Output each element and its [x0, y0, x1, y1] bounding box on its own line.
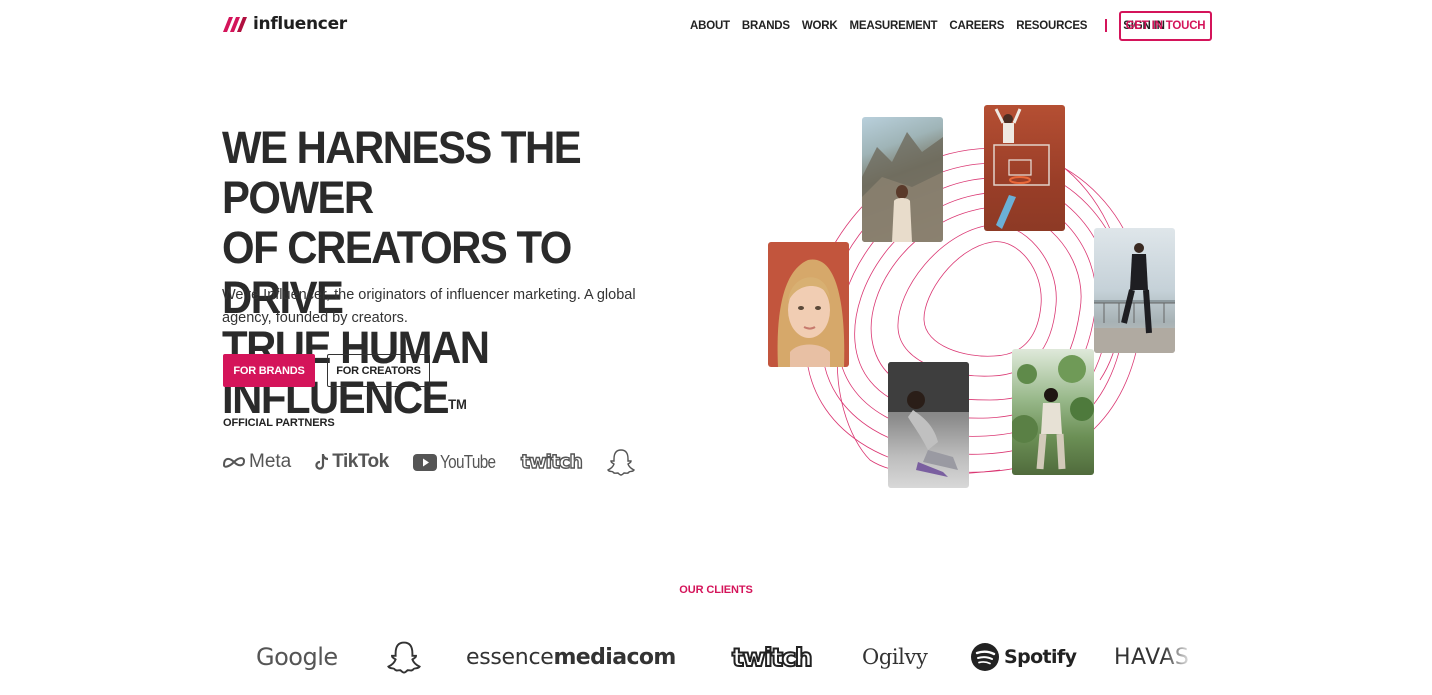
- tiktok-label: TikTok: [332, 451, 389, 472]
- spotify-icon: [971, 643, 999, 671]
- trademark: TM: [448, 396, 467, 412]
- clients-logos: Google essence mediacom twitch Ogilvy Spo…: [256, 640, 1204, 674]
- nav-careers[interactable]: CAREERS: [949, 20, 1004, 32]
- client-google: Google: [256, 643, 386, 671]
- nav-about[interactable]: ABOUT: [690, 20, 730, 32]
- tiktok-logo[interactable]: TikTok: [315, 451, 389, 473]
- clients-title: OUR CLIENTS: [679, 584, 753, 596]
- client-havas: HAVAS: [1114, 645, 1204, 670]
- spotify-label: Spotify: [1004, 646, 1077, 668]
- youtube-label: YouTube: [439, 451, 496, 472]
- basketball-scene: [993, 108, 1050, 229]
- havas-label: HAVAS: [1114, 644, 1190, 670]
- for-creators-button[interactable]: FOR CREATORS: [327, 354, 430, 387]
- meta-label: Meta: [249, 451, 292, 472]
- client-ogilvy: Ogilvy: [862, 645, 970, 669]
- sitting-scene: [888, 362, 969, 477]
- youtube-play-icon: [412, 453, 437, 471]
- essence-label: essence: [466, 644, 554, 670]
- snapchat-ghost-icon: [387, 641, 421, 674]
- nav-resources[interactable]: RESOURCES: [1016, 20, 1087, 32]
- photo-pier-creator: [1094, 228, 1175, 353]
- nav-brands[interactable]: BRANDS: [742, 20, 790, 32]
- twitch-label: twitch: [520, 450, 583, 473]
- partners-logos: Meta TikTok YouTube twitch: [222, 447, 660, 477]
- get-in-touch-button[interactable]: GET IN TOUCH: [1119, 11, 1212, 41]
- twitch-logo[interactable]: twitch: [520, 450, 583, 473]
- nav-measurement[interactable]: MEASUREMENT: [850, 20, 938, 32]
- for-brands-button[interactable]: FOR BRANDS: [223, 354, 315, 387]
- garden-scene: [1012, 355, 1094, 470]
- logo[interactable]: influencer: [222, 14, 347, 34]
- photo-basketball-creator: [984, 105, 1065, 231]
- twitch-client-label: twitch: [731, 642, 814, 673]
- nav-divider: [1105, 19, 1108, 32]
- youtube-logo[interactable]: YouTube: [412, 451, 505, 473]
- client-twitch: twitch: [731, 642, 862, 673]
- google-label: Google: [256, 643, 338, 671]
- tiktok-note-icon: [315, 454, 329, 470]
- mediacom-label: mediacom: [553, 644, 676, 670]
- logo-text: influencer: [253, 14, 347, 34]
- main-nav: ABOUT BRANDS WORK MEASUREMENT CAREERS RE…: [690, 19, 1177, 32]
- influencer-logo-icon: [223, 17, 247, 32]
- snapchat-ghost-icon: [606, 449, 635, 476]
- client-snapchat: [386, 639, 466, 675]
- ogilvy-label: Ogilvy: [862, 645, 928, 669]
- photo-garden-creator: [1012, 349, 1094, 475]
- client-essencemediacom: essence mediacom: [466, 645, 732, 670]
- meta-logo[interactable]: Meta: [222, 451, 291, 473]
- pier-scene: [1094, 243, 1175, 353]
- photo-mountain-creator: [862, 117, 943, 242]
- photo-portrait-creator: [768, 242, 849, 367]
- snapchat-logo[interactable]: [606, 447, 636, 477]
- mountain-scene: [862, 132, 943, 242]
- meta-infinity-icon: [222, 457, 246, 468]
- photo-sitting-creator: [888, 362, 969, 488]
- client-spotify: Spotify: [970, 642, 1114, 672]
- nav-work[interactable]: WORK: [802, 20, 838, 32]
- partners-title: OFFICIAL PARTNERS: [223, 417, 335, 429]
- headline-line-1: WE HARNESS THE POWER: [222, 122, 582, 223]
- portrait-scene: [777, 259, 845, 367]
- hero-subtitle: We're Influencer, the originators of inf…: [222, 287, 636, 326]
